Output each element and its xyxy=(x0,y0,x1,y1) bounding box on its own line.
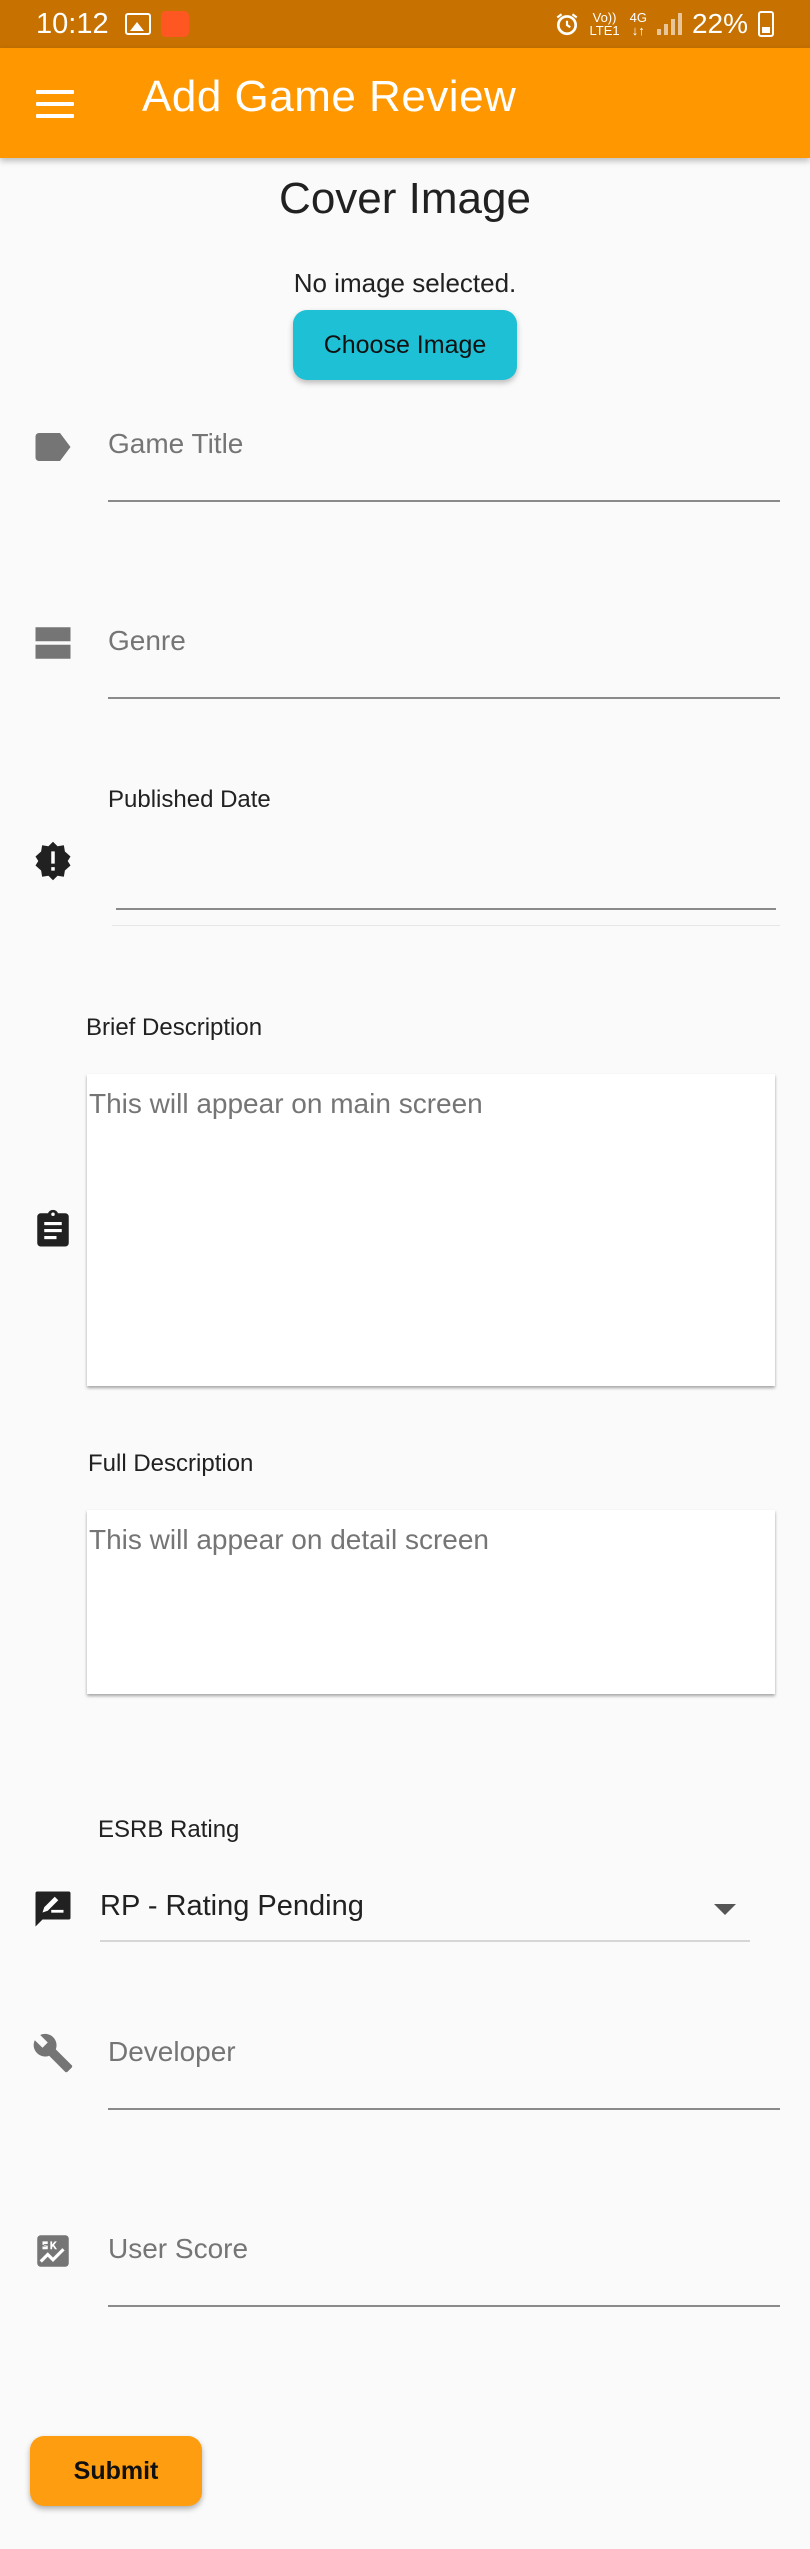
wrench-icon xyxy=(33,2033,73,2073)
published-date-underline xyxy=(116,908,776,910)
developer-placeholder: Developer xyxy=(108,2036,236,2067)
rate-review-icon xyxy=(35,1891,71,1927)
game-title-placeholder: Game Title xyxy=(108,428,244,459)
volte-indicator: Vo)) LTE1 xyxy=(589,10,620,38)
choose-image-button[interactable]: Choose Image xyxy=(293,310,517,380)
genre-placeholder: Genre xyxy=(108,625,186,656)
published-date-label: Published Date xyxy=(108,786,271,813)
user-score-field[interactable]: User Score xyxy=(108,2233,780,2307)
alert-badge-icon xyxy=(35,841,71,881)
cover-image-title: Cover Image xyxy=(279,174,531,223)
app-notification-icon xyxy=(160,11,189,37)
brief-description-placeholder: This will appear on main screen xyxy=(89,1088,483,1119)
label-icon xyxy=(35,433,71,461)
assignment-icon xyxy=(37,1209,69,1247)
genre-field[interactable]: Genre xyxy=(108,625,780,699)
alarm-icon xyxy=(556,13,577,36)
published-date-field[interactable] xyxy=(116,820,776,910)
esrb-underline xyxy=(100,1940,750,1942)
page-title: Add Game Review xyxy=(142,72,517,121)
menu-icon[interactable] xyxy=(36,90,74,118)
network-indicator: 4G ↓↑ xyxy=(629,10,647,38)
genre-underline xyxy=(108,697,780,699)
view-agenda-icon xyxy=(35,627,71,659)
image-status-text: No image selected. xyxy=(293,268,517,298)
esrb-rating-label: ESRB Rating xyxy=(98,1816,240,1843)
developer-field[interactable]: Developer xyxy=(108,2036,780,2110)
esrb-rating-value: RP - Rating Pending xyxy=(100,1890,364,1922)
battery-icon xyxy=(758,11,774,37)
brief-description-label: Brief Description xyxy=(86,1014,263,1041)
status-bar: 10:12 Vo)) LTE1 4G ↓↑ 22% xyxy=(0,0,810,48)
esrb-rating-dropdown[interactable]: RP - Rating Pending xyxy=(100,1880,750,1942)
full-description-placeholder: This will appear on detail screen xyxy=(89,1524,489,1555)
battery-percent: 22% xyxy=(691,8,748,39)
full-description-textarea[interactable]: This will appear on detail screen xyxy=(87,1510,775,1694)
game-title-field[interactable]: Game Title xyxy=(108,428,780,502)
developer-underline xyxy=(108,2108,780,2110)
divider xyxy=(112,925,780,926)
gallery-notification-icon xyxy=(124,13,151,35)
user-score-underline xyxy=(108,2305,780,2307)
brief-description-textarea[interactable]: This will appear on main screen xyxy=(87,1074,775,1386)
submit-button[interactable]: Submit xyxy=(30,2436,202,2506)
full-description-label: Full Description xyxy=(88,1450,254,1477)
user-score-placeholder: User Score xyxy=(108,2233,249,2264)
game-title-underline xyxy=(108,500,780,502)
dropdown-arrow-icon xyxy=(714,1904,736,1915)
score-icon xyxy=(37,2235,69,2267)
app-bar: Add Game Review xyxy=(0,48,810,158)
status-time: 10:12 xyxy=(36,7,109,40)
signal-icon xyxy=(656,13,682,35)
